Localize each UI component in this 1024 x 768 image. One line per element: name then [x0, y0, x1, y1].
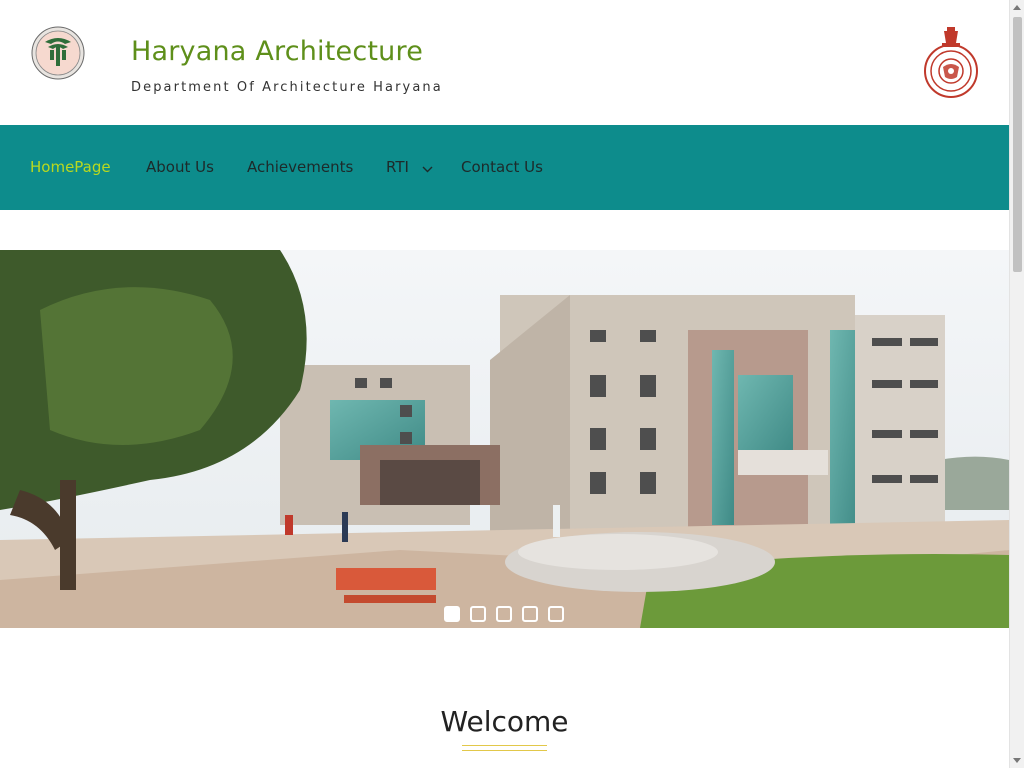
slider-pagination — [444, 606, 564, 623]
haryana-emblem-icon — [924, 27, 978, 98]
scroll-down-arrow-icon[interactable] — [1013, 758, 1021, 763]
site-header: Haryana Architecture Department Of Archi… — [0, 0, 1009, 125]
page-scrollbar[interactable] — [1009, 0, 1024, 768]
slider-dot-3[interactable] — [496, 606, 512, 622]
nav-item-contact-us[interactable]: Contact Us — [461, 158, 543, 176]
nav-item-rti-label: RTI — [386, 158, 409, 176]
slider-dot-4[interactable] — [522, 606, 538, 622]
nav-item-achievements[interactable]: Achievements — [247, 158, 353, 176]
department-logo-icon — [31, 26, 85, 80]
state-emblem — [922, 25, 980, 99]
department-logo[interactable] — [31, 26, 85, 80]
main-navigation: HomePage About Us Achievements RTI Conta… — [0, 125, 1009, 210]
nav-item-about-us[interactable]: About Us — [146, 158, 214, 176]
page: Haryana Architecture Department Of Archi… — [0, 0, 1009, 768]
scroll-up-arrow-icon[interactable] — [1013, 5, 1021, 10]
chevron-down-icon — [422, 159, 433, 177]
slider-dot-2[interactable] — [470, 606, 486, 622]
slide-image-campus-building — [0, 250, 1009, 628]
slider-dot-5[interactable] — [548, 606, 564, 622]
site-tagline: Department Of Architecture Haryana — [131, 80, 443, 95]
nav-item-rti[interactable]: RTI — [386, 158, 433, 177]
site-title[interactable]: Haryana Architecture — [131, 36, 423, 67]
scrollbar-thumb[interactable] — [1013, 17, 1022, 272]
hero-slider[interactable] — [0, 250, 1009, 628]
nav-item-homepage[interactable]: HomePage — [30, 158, 111, 176]
welcome-underline-divider — [462, 745, 547, 751]
welcome-heading: Welcome — [440, 705, 569, 738]
slider-dot-1[interactable] — [444, 606, 460, 622]
